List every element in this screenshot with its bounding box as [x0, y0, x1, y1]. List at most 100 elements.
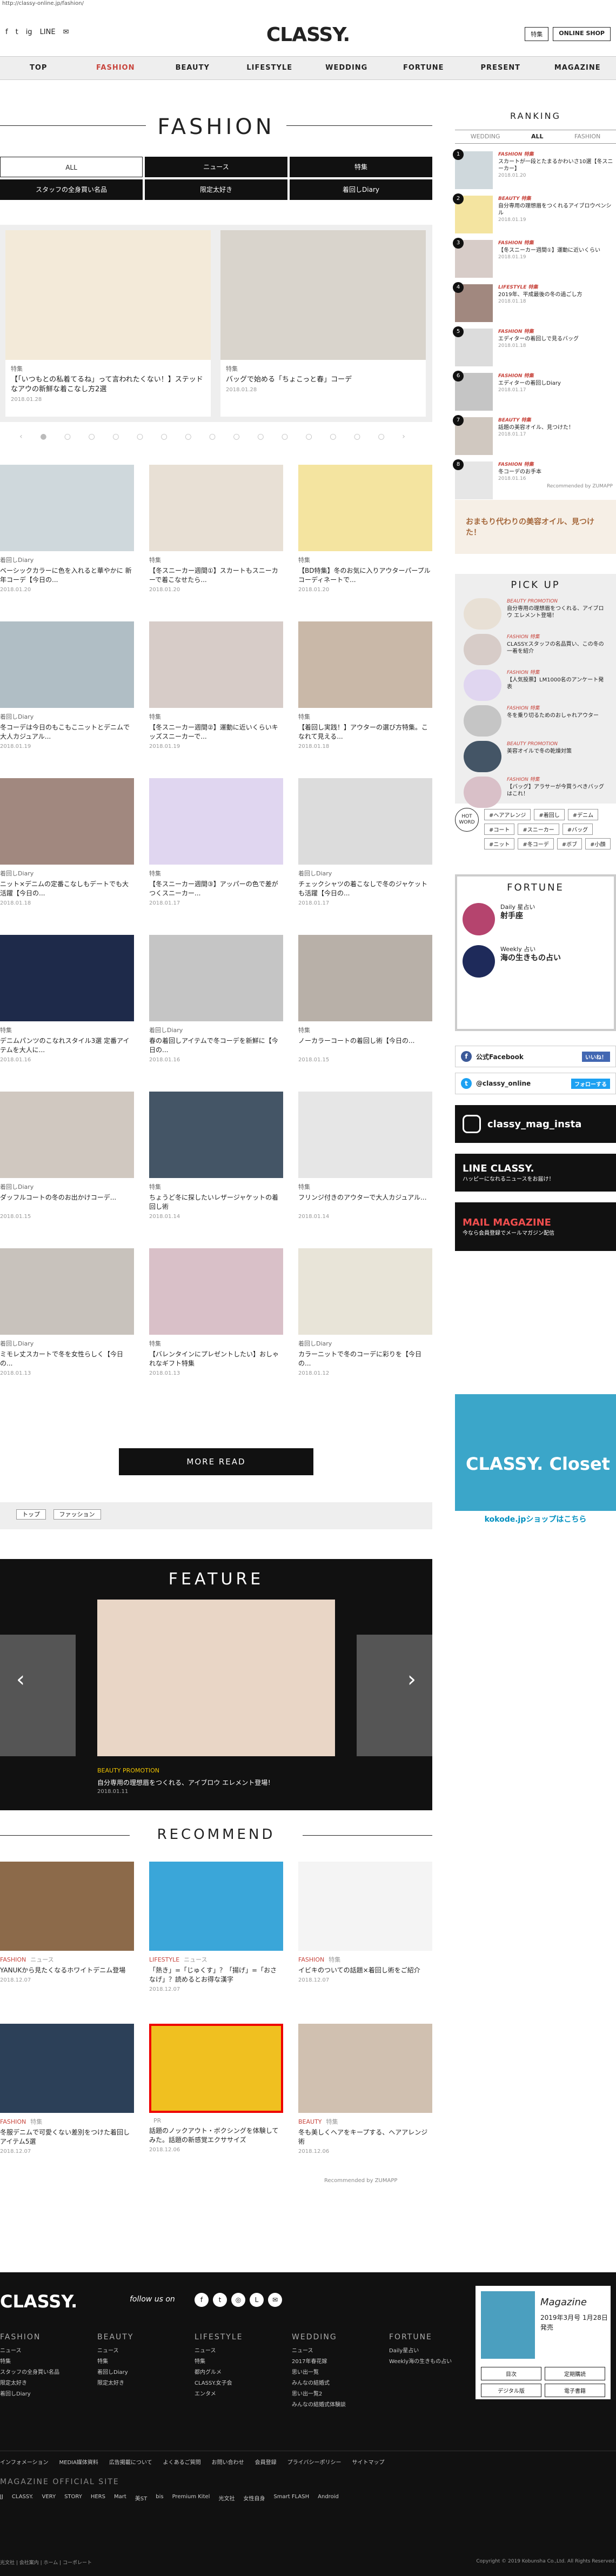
recommend-card[interactable]: BEAUTY 特集 冬も美しくヘアをキープする、ヘアアレンジ術 2018.12.06 [298, 2024, 432, 2186]
footer-corp-links[interactable]: 光文社 | 会社案内 | ホーム | コーポレート [0, 2559, 92, 2566]
ranking-item[interactable]: 4 LIFESTYLE 特集 2019年、平成最後の冬の過ごし方 2018.01.18 [453, 282, 616, 324]
footer-link[interactable]: 限定太好き [97, 2378, 195, 2389]
fortune-daily[interactable]: Daily 星占い 射手座 [463, 903, 608, 935]
ranking-tab-wedding[interactable]: WEDDING [471, 130, 500, 143]
pickup-item[interactable]: FASHION 特集 【人気投票】LM1000名のアンケート発表 [464, 670, 607, 703]
pickup-item[interactable]: BEAUTY PROMOTION 美容オイルで冬の乾燥対策 [464, 741, 607, 774]
official-site-link[interactable]: CLASSY. [12, 2494, 34, 2502]
tab-all[interactable]: ALL [0, 157, 143, 177]
tab-feature[interactable]: 特集 [290, 157, 432, 177]
ranking-item[interactable]: 1 FASHION 特集 スカートが一段とたまるかわいさ10選【冬スニーカー】 201… [453, 149, 616, 191]
recommend-card[interactable]: FASHION 特集 イビキのついての話題×着回し術をご紹介 2018.12.07 [298, 1862, 432, 2024]
footer-link[interactable]: ニュース [292, 2346, 389, 2357]
official-site-link[interactable]: 美ST [135, 2494, 147, 2502]
footer-info-link[interactable]: 広告掲載について [109, 2458, 152, 2466]
footer-info-link[interactable]: プライバシーポリシー [287, 2458, 342, 2466]
article-card[interactable]: 特集 デニムパンツのこなれスタイル3選 定番アイテムを大人に... 2018.01.… [0, 935, 134, 1092]
article-card[interactable]: 特集 ノーカラーコートの着回し術【今日の... 2018.01.15 [298, 935, 432, 1092]
article-card[interactable]: 着回しDiary ダッフルコートの冬のお出かけコーデ... 2018.01.15 [0, 1092, 134, 1248]
twitter-follow-button[interactable]: フォローする [571, 1078, 610, 1089]
article-card[interactable]: 特集 【冬スニーカー週間②】運動に近いくらいキッズスニーカーで... 2018.01… [149, 621, 283, 778]
ranking-item[interactable]: 2 BEAUTY 特集 自分専用の理想眉をつくれるアイブロウペンシル 2018.01.… [453, 193, 616, 236]
footer-column-title[interactable]: FORTUNE [389, 2332, 486, 2343]
footer-link[interactable]: ニュース [195, 2346, 292, 2357]
hot-word-tag[interactable]: #ニット [484, 838, 515, 849]
article-card[interactable]: 特集 ちょうど冬に探したいレザージャケットの着回し術 2018.01.14 [149, 1092, 283, 1248]
recommend-card[interactable]: FASHION 特集 冬服デニムで可愛くない差別をつけた着回しアイテム5選 2018.… [0, 2024, 134, 2186]
nav-lifestyle[interactable]: LIFESTYLE [231, 57, 309, 79]
footer-link[interactable]: 都内グルメ [195, 2367, 292, 2378]
url-bar[interactable]: http://classy-online.jp/fashion/ [0, 0, 86, 8]
line-icon[interactable]: L [250, 2293, 264, 2307]
nav-fortune[interactable]: FORTUNE [385, 57, 463, 79]
recommend-card[interactable]: LIFESTYLE ニュース 「熱き」=「じゅくす」？「揚げ」=「おさなげ」？読める… [149, 1862, 283, 2024]
official-site-link[interactable]: Mart [114, 2494, 126, 2502]
ranking-item[interactable]: 8 FASHION 特集 冬コーデのお手本 2018.01.16 [453, 459, 616, 501]
footer-column-title[interactable]: FASHION [0, 2332, 97, 2343]
footer-link[interactable]: Weekly海の生きもの占い [389, 2357, 486, 2367]
hot-word-tag[interactable]: #冬コーデ [518, 838, 554, 849]
tab-limited[interactable]: 限定太好き [145, 179, 287, 200]
magazine-btn-subscribe[interactable]: 定期購読 [545, 2367, 605, 2380]
fortune-weekly[interactable]: Weekly 占い 海の生きもの占い [463, 945, 608, 978]
article-card[interactable]: 特集 【冬スニーカー週間③】アッパーの色で差がつくスニーカー... 2018.01.… [149, 778, 283, 935]
mail-icon[interactable]: ✉ [63, 28, 69, 36]
feature-button[interactable]: 特集 [525, 27, 549, 41]
article-card[interactable]: 着回しDiary ミモレ丈スカートで冬を女性らしく【今日の... 2018.01.1… [0, 1248, 134, 1405]
pickup-item[interactable]: BEAUTY PROMOTION 自分専用の理想眉をつくれる、アイブロウ エレメン… [464, 598, 607, 632]
nav-beauty[interactable]: BEAUTY [154, 57, 231, 79]
official-site-link[interactable]: 女性自身 [243, 2494, 265, 2502]
footer-info-link[interactable]: インフォメーション [0, 2458, 49, 2466]
magazine-btn-contents[interactable]: 目次 [481, 2367, 541, 2380]
nav-wedding[interactable]: WEDDING [308, 57, 385, 79]
twitter-icon[interactable]: t [16, 28, 18, 36]
facebook-icon[interactable]: f [5, 28, 8, 36]
ranking-tab-all[interactable]: ALL [531, 130, 544, 143]
footer-column-title[interactable]: BEAUTY [97, 2332, 195, 2343]
tab-diary[interactable]: 着回しDiary [290, 179, 432, 200]
footer-logo[interactable]: CLASSY. [0, 2291, 77, 2312]
feature-image[interactable] [97, 1600, 335, 1756]
pickup-item[interactable]: FASHION 特集 CLASSY.スタッフの名品買い、この冬の一着を紹介 [464, 634, 607, 667]
nav-present[interactable]: PRESENT [462, 57, 539, 79]
breadcrumb-fashion[interactable]: ファッション [53, 1509, 101, 1520]
footer-link[interactable]: エンタメ [195, 2389, 292, 2400]
chevron-left-icon[interactable]: ‹ [16, 1667, 25, 1692]
instagram-banner[interactable]: classy_mag_insta [455, 1105, 616, 1143]
ranking-tab-fashion[interactable]: FASHION [574, 130, 600, 143]
magazine-btn-digital[interactable]: デジタル版 [481, 2384, 541, 2397]
instagram-icon[interactable]: ◎ [231, 2293, 245, 2307]
facebook-widget[interactable]: f 公式Facebook いいね！ [455, 1046, 616, 1067]
magazine-btn-ebook[interactable]: 電子書籍 [545, 2384, 605, 2397]
chevron-right-icon[interactable]: › [407, 1667, 416, 1692]
footer-link[interactable]: 限定太好き [0, 2378, 97, 2389]
ranking-item[interactable]: 3 FASHION 特集 【冬スニーカー週間①】運動に近いくらい 2018.01.19 [453, 238, 616, 280]
footer-info-link[interactable]: MEDIA媒体資料 [59, 2458, 98, 2466]
hot-word-tag[interactable]: #コート [484, 824, 515, 835]
footer-link[interactable]: ニュース [0, 2346, 97, 2357]
slide-card[interactable]: 特集 バッグで始める「ちょこっと春」コーデ 2018.01.28 [220, 230, 426, 417]
official-site-link[interactable]: Premium Kitel [172, 2494, 210, 2502]
facebook-icon[interactable]: f [195, 2293, 209, 2307]
official-site-link[interactable]: Android [318, 2494, 339, 2502]
pickup-item[interactable]: FASHION 特集 【バッグ】アラサーが今買うべきバッグはこれ！ [464, 777, 607, 810]
twitter-icon[interactable]: t [213, 2293, 227, 2307]
footer-link[interactable]: みんなの結婚式 [292, 2378, 389, 2389]
nav-magazine[interactable]: MAGAZINE [539, 57, 616, 79]
footer-info-link[interactable]: よくあるご質問 [163, 2458, 201, 2466]
footer-link[interactable]: みんなの結婚式体験談 [292, 2400, 389, 2411]
hot-word-tag[interactable]: #着回し [534, 809, 565, 820]
powered-by[interactable]: Recommended by ZUMAPP [324, 2178, 397, 2184]
footer-link[interactable]: CLASSY.女子会 [195, 2378, 292, 2389]
ad-banner-oil[interactable]: おまもり代わりの美容オイル、見つけた！ [455, 500, 616, 554]
online-shop-button[interactable]: ONLINE SHOP [553, 27, 611, 41]
article-card[interactable]: 着回しDiary 春の着回しアイテムで冬コーデを新鮮に【今日の... 2018.01… [149, 935, 283, 1092]
closet-cta[interactable]: kokode.jpショップはこちら [455, 1511, 616, 1528]
line-banner[interactable]: LINE CLASSY. ハッピーになれるニュースをお届け！ [455, 1154, 616, 1192]
pickup-item[interactable]: FASHION 特集 冬を乗り切るためのおしゃれアウター [464, 705, 607, 739]
article-card[interactable]: 着回しDiary カラーニットで冬のコーデに彩りを【今日の... 2018.01.1… [298, 1248, 432, 1405]
hot-word-tag[interactable]: #ヘアアレンジ [484, 809, 531, 820]
footer-info-link[interactable]: 会員登録 [255, 2458, 277, 2466]
tab-staff[interactable]: スタッフの全身買い名品 [0, 179, 143, 200]
hot-word-tag[interactable]: #ボブ [557, 838, 582, 849]
